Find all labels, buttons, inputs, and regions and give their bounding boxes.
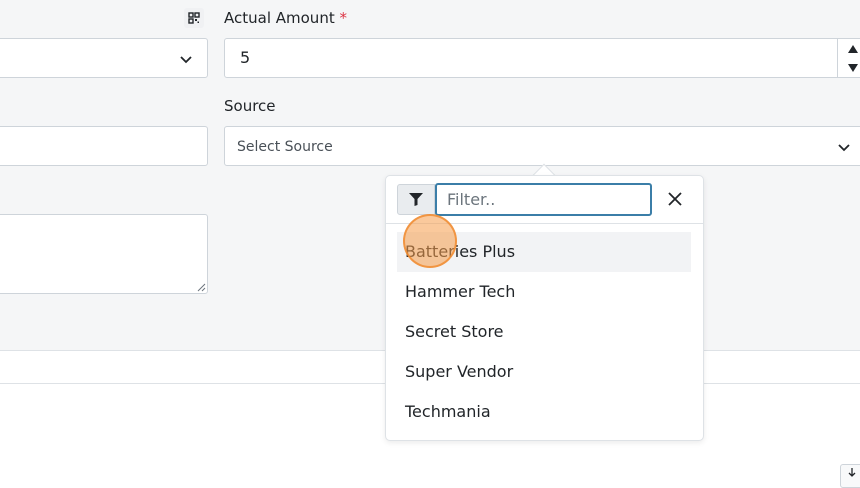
caret-down-icon[interactable] bbox=[838, 58, 860, 77]
qr-scan-icon[interactable] bbox=[184, 8, 204, 28]
dropdown-option[interactable]: Super Vendor bbox=[397, 352, 691, 392]
filter-icon bbox=[409, 193, 423, 206]
resize-handle-icon[interactable] bbox=[197, 283, 206, 292]
left-text-field[interactable] bbox=[0, 126, 208, 166]
chevron-down-icon bbox=[180, 56, 192, 64]
caret-up-icon[interactable] bbox=[838, 39, 860, 58]
dropdown-option[interactable]: Batteries Plus bbox=[397, 232, 691, 272]
left-select-field[interactable] bbox=[0, 38, 208, 78]
chevron-down-icon bbox=[838, 144, 850, 152]
actual-amount-input[interactable]: 5 bbox=[224, 38, 860, 78]
source-label: Source bbox=[224, 97, 276, 115]
source-select[interactable]: Select Source bbox=[224, 126, 860, 166]
dropdown-option[interactable]: Secret Store bbox=[397, 312, 691, 352]
actual-amount-value: 5 bbox=[240, 48, 251, 67]
left-textarea[interactable] bbox=[0, 214, 208, 294]
amount-spinner[interactable] bbox=[837, 39, 860, 77]
dropdown-option[interactable]: Techmania bbox=[397, 392, 691, 432]
dropdown-separator bbox=[385, 223, 704, 224]
clear-filter-button[interactable] bbox=[664, 187, 686, 211]
actual-amount-label-text: Actual Amount bbox=[224, 9, 335, 27]
close-icon bbox=[668, 192, 682, 206]
actual-amount-label: Actual Amount * bbox=[224, 8, 347, 28]
filter-input[interactable] bbox=[435, 183, 652, 216]
download-icon[interactable] bbox=[840, 464, 860, 488]
filter-button[interactable] bbox=[397, 184, 435, 215]
required-mark: * bbox=[339, 9, 348, 27]
source-placeholder: Select Source bbox=[237, 139, 333, 155]
dropdown-option[interactable]: Hammer Tech bbox=[397, 272, 691, 312]
